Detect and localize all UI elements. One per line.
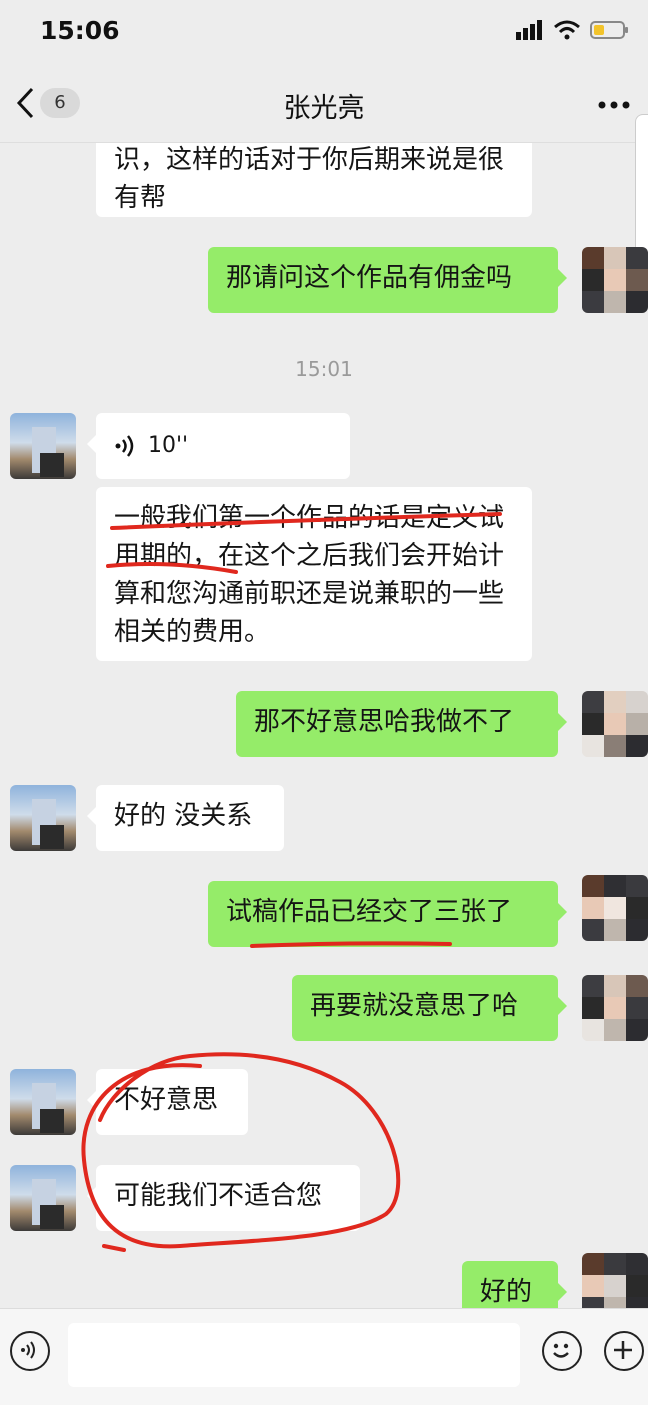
message-text: 试稿作品已经交了三张了	[226, 897, 513, 927]
avatar[interactable]	[10, 413, 76, 479]
message-text: 那请问这个作品有佣金吗	[226, 263, 513, 293]
message-input[interactable]	[68, 1323, 520, 1387]
voice-message-bubble[interactable]: 10''	[87, 413, 350, 479]
message-bubble[interactable]: 那不好意思哈我做不了	[236, 691, 567, 757]
more-button[interactable]	[592, 82, 636, 122]
message-bubble[interactable]: 试稿作品已经交了三张了	[208, 881, 567, 947]
message-bubble[interactable]: 再要就没意思了哈	[292, 975, 567, 1041]
status-icons	[516, 20, 630, 40]
avatar[interactable]	[10, 1069, 76, 1135]
avatar[interactable]	[582, 691, 648, 757]
message-bubble[interactable]: 好的 没关系	[87, 785, 284, 851]
emoji-button[interactable]	[542, 1331, 582, 1371]
message-bubble[interactable]: 那请问这个作品有佣金吗	[208, 247, 567, 313]
message-text: 好的	[480, 1277, 533, 1307]
wifi-icon	[554, 20, 580, 40]
avatar[interactable]	[10, 785, 76, 851]
avatar[interactable]	[582, 875, 648, 941]
status-time: 15:06	[40, 16, 120, 45]
message-bubble[interactable]: 不好意思	[87, 1069, 248, 1135]
message-bubble[interactable]: 可能我们不适合您	[87, 1165, 360, 1231]
chat-header: 6 张光亮	[0, 62, 648, 266]
message-bubble[interactable]: 识，这样的话对于你后期来说是很有帮	[96, 143, 532, 217]
battery-icon	[590, 21, 628, 39]
message-text: 识，这样的话对于你后期来说是很有帮	[114, 145, 505, 213]
more-functions-button[interactable]	[604, 1331, 644, 1371]
input-bar	[0, 1308, 648, 1405]
message-timestamp: 15:01	[295, 357, 353, 381]
voice-icon	[115, 435, 134, 457]
message-text: 可能我们不适合您	[114, 1181, 323, 1211]
avatar[interactable]	[582, 247, 648, 313]
message-list[interactable]: 识，这样的话对于你后期来说是很有帮 那请问这个作品有佣金吗 15:01 10''…	[0, 143, 648, 1308]
message-text: 那不好意思哈我做不了	[254, 707, 515, 737]
message-text: 一般我们第一个作品的话是定义试用期的，在这个之后我们会开始计算和您沟通前职还是说…	[114, 503, 505, 647]
plus-icon	[614, 1341, 632, 1359]
status-bar: 15:06	[0, 0, 648, 62]
avatar[interactable]	[582, 975, 648, 1041]
message-text: 再要就没意思了哈	[310, 991, 519, 1021]
voice-input-button[interactable]	[10, 1331, 50, 1371]
avatar[interactable]	[582, 1253, 648, 1308]
message-text: 不好意思	[114, 1085, 219, 1115]
avatar[interactable]	[10, 1165, 76, 1231]
more-icon	[598, 101, 630, 109]
message-bubble[interactable]: 好的	[462, 1261, 567, 1308]
voice-icon	[21, 1341, 35, 1359]
signal-icon	[516, 20, 542, 40]
voice-duration: 10''	[148, 433, 189, 458]
emoji-icon	[553, 1343, 569, 1358]
message-bubble[interactable]: 一般我们第一个作品的话是定义试用期的，在这个之后我们会开始计算和您沟通前职还是说…	[96, 487, 532, 661]
message-text: 好的 没关系	[114, 801, 253, 831]
page-title: 张光亮	[283, 93, 365, 124]
